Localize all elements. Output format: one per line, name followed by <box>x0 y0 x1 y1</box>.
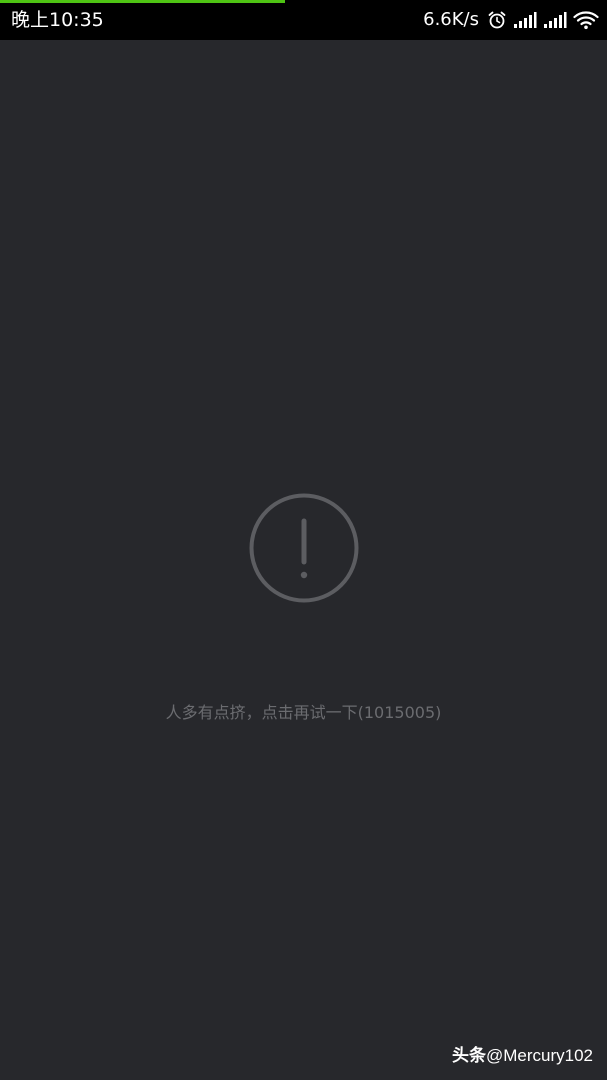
status-indicators: 6.6K/s <box>423 8 599 32</box>
signal-icon <box>543 11 567 29</box>
alarm-icon <box>487 10 507 30</box>
wifi-icon <box>573 10 599 30</box>
page-load-progress-bar <box>0 0 286 3</box>
retry-message[interactable]: 人多有点挤，点击再试一下(1015005) <box>0 702 607 724</box>
status-time: 晚上10:35 <box>11 9 104 31</box>
app-screen: 晚上10:35 6.6K/s 人多有点挤，点击再试一下(1015005) 头条@… <box>0 0 607 1080</box>
status-bar: 晚上10:35 6.6K/s <box>0 0 607 40</box>
exclamation-circle-icon <box>248 492 360 604</box>
watermark: 头条@Mercury102 <box>452 1045 593 1067</box>
error-state: 人多有点挤，点击再试一下(1015005) <box>0 490 607 730</box>
signal-icon <box>513 11 537 29</box>
watermark-brand: 头条 <box>451 1046 486 1065</box>
watermark-handle: @Mercury102 <box>485 1046 593 1065</box>
network-speed: 6.6K/s <box>423 9 479 30</box>
